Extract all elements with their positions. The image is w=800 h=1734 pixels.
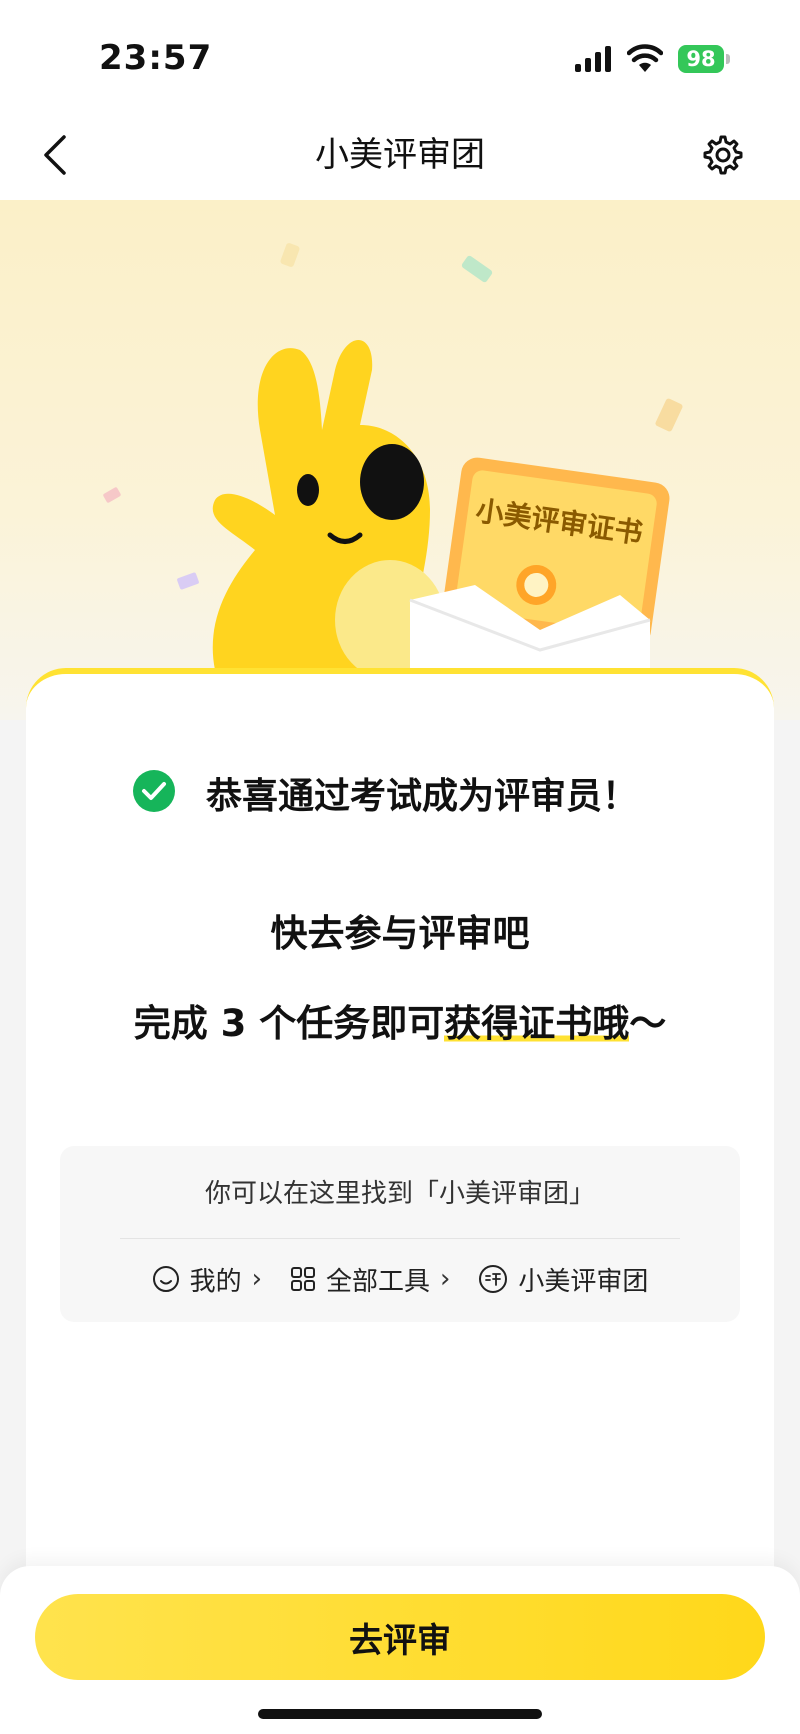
gear-icon (703, 135, 743, 175)
path-label-review-team: 小美评审团 (518, 1266, 649, 1297)
path-item-all-tools: 全部工具 › (290, 1261, 478, 1298)
divider (120, 1238, 680, 1239)
home-indicator (258, 1709, 542, 1719)
path-label-mine: 我的 (189, 1266, 242, 1297)
page-title: 小美评审团 (315, 135, 485, 175)
grid-icon (290, 1267, 315, 1291)
chevron-right-icon: › (440, 1264, 451, 1294)
chevron-right-icon: › (251, 1264, 262, 1294)
nav-bar: 小美评审团 (0, 110, 800, 200)
signal-icon (575, 46, 611, 72)
location-hint-box: 你可以在这里找到「小美评审团」 我的 › 全部工具 › 小美评审团 (60, 1146, 740, 1322)
status-bar: 23:57 98 (0, 0, 800, 110)
bottom-action-bar: 去评审 (0, 1566, 800, 1734)
status-time: 23:57 (99, 38, 213, 78)
battery-icon: 98 (678, 45, 730, 73)
check-circle-icon (133, 770, 175, 812)
result-card: 恭喜通过考试成为评审员！ 快去参与评审吧 完成 3 个任务即可获得证书哦～ 你可… (26, 668, 774, 1668)
success-row: 恭喜通过考试成为评审员！ (26, 769, 774, 829)
task-suffix: ～ (629, 1002, 667, 1045)
success-message: 恭喜通过考试成为评审员！ (206, 776, 639, 817)
location-hint: 你可以在这里找到「小美评审团」 (204, 1179, 595, 1209)
task-description: 完成 3 个任务即可获得证书哦～ (26, 996, 774, 1052)
mascot-illustration: 小美评审证书 (103, 243, 683, 720)
review-badge-icon (479, 1265, 508, 1293)
navigation-path: 我的 › 全部工具 › 小美评审团 (60, 1254, 740, 1304)
settings-button[interactable] (698, 130, 748, 180)
wifi-icon (627, 44, 663, 72)
path-label-all-tools: 全部工具 (325, 1266, 430, 1297)
battery-level: 98 (686, 47, 716, 71)
path-item-mine: 我的 › (152, 1261, 290, 1298)
task-highlight: 获得证书哦 (444, 1002, 630, 1045)
go-review-button[interactable]: 去评审 (35, 1594, 765, 1680)
task-prefix: 完成 3 个任务即可 (133, 1002, 445, 1045)
smile-icon (152, 1266, 179, 1292)
review-heading: 快去参与评审吧 (270, 912, 530, 955)
hero-banner: 小美评审证书 (0, 200, 800, 720)
path-item-review-team: 小美评审团 (478, 1261, 648, 1298)
